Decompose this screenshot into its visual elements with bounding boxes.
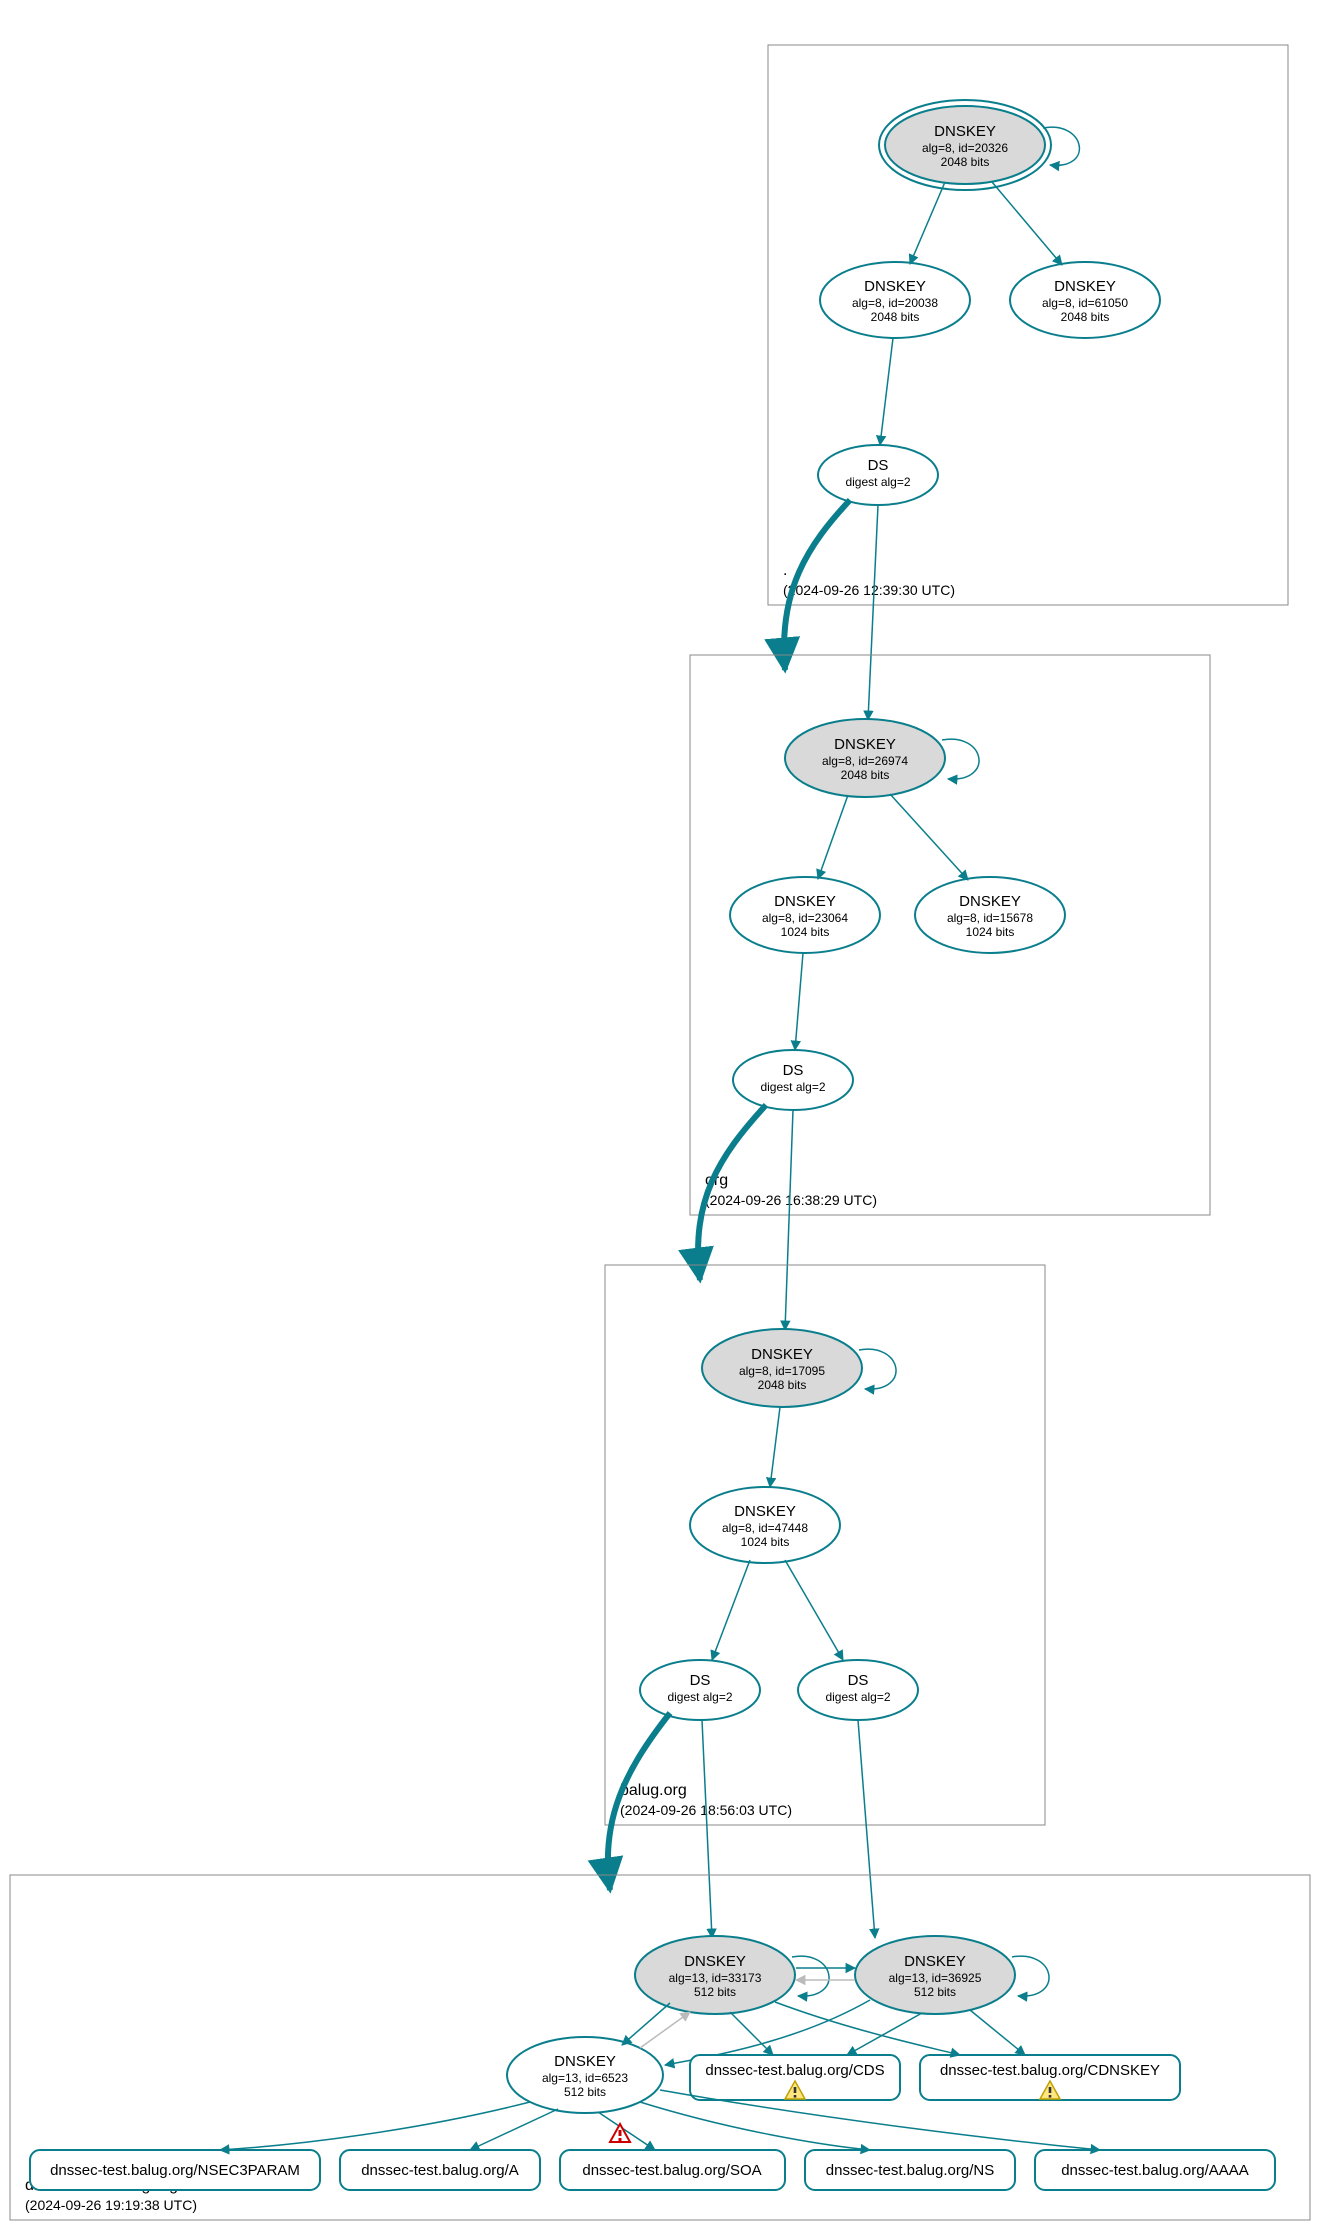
- node-org-ds: DS digest alg=2: [733, 1050, 853, 1110]
- node-dt-cdnskey: dnssec-test.balug.org/CDNSKEY: [920, 2055, 1180, 2100]
- node-dt-ksk-33173: DNSKEY alg=13, id=33173 512 bits: [635, 1936, 795, 2014]
- svg-text:1024 bits: 1024 bits: [741, 1535, 790, 1549]
- svg-text:alg=13, id=36925: alg=13, id=36925: [889, 1971, 982, 1985]
- node-dt-nsec3param: dnssec-test.balug.org/NSEC3PARAM: [30, 2150, 320, 2190]
- svg-text:alg=8, id=26974: alg=8, id=26974: [822, 754, 908, 768]
- node-balug-ds2: DS digest alg=2: [798, 1660, 918, 1720]
- node-org-ksk: DNSKEY alg=8, id=26974 2048 bits: [785, 719, 945, 797]
- svg-text:dnssec-test.balug.org/CDNSKEY: dnssec-test.balug.org/CDNSKEY: [940, 2062, 1160, 2079]
- zone-org-timestamp: (2024-09-26 16:38:29 UTC): [705, 1192, 877, 1208]
- svg-text:dnssec-test.balug.org/AAAA: dnssec-test.balug.org/AAAA: [1061, 2162, 1249, 2179]
- node-dt-cds: dnssec-test.balug.org/CDS: [690, 2055, 900, 2100]
- svg-text:512 bits: 512 bits: [914, 1985, 956, 1999]
- zone-root-label: .: [783, 562, 787, 579]
- svg-text:dnssec-test.balug.org/A: dnssec-test.balug.org/A: [361, 2162, 519, 2179]
- svg-text:dnssec-test.balug.org/NS: dnssec-test.balug.org/NS: [826, 2162, 994, 2179]
- svg-text:2048 bits: 2048 bits: [841, 768, 890, 782]
- svg-text:alg=8, id=20326: alg=8, id=20326: [922, 141, 1008, 155]
- node-dt-aaaa: dnssec-test.balug.org/AAAA: [1035, 2150, 1275, 2190]
- svg-text:dnssec-test.balug.org/CDS: dnssec-test.balug.org/CDS: [705, 2062, 884, 2079]
- node-dt-ksk-36925: DNSKEY alg=13, id=36925 512 bits: [855, 1936, 1015, 2014]
- node-org-zsk-15678: DNSKEY alg=8, id=15678 1024 bits: [915, 877, 1065, 953]
- svg-text:DNSKEY: DNSKEY: [554, 2053, 616, 2070]
- svg-text:DNSKEY: DNSKEY: [864, 278, 926, 295]
- zone-root-timestamp: (2024-09-26 12:39:30 UTC): [783, 582, 955, 598]
- svg-text:DNSKEY: DNSKEY: [774, 893, 836, 910]
- zone-balug-label: balug.org: [620, 1782, 687, 1799]
- node-root-zsk-20038: DNSKEY alg=8, id=20038 2048 bits: [820, 262, 970, 338]
- node-org-zsk-23064: DNSKEY alg=8, id=23064 1024 bits: [730, 877, 880, 953]
- zone-org: org (2024-09-26 16:38:29 UTC) DNSKEY alg…: [690, 655, 1210, 1215]
- node-balug-ksk: DNSKEY alg=8, id=17095 2048 bits: [702, 1329, 862, 1407]
- svg-text:2048 bits: 2048 bits: [871, 310, 920, 324]
- svg-text:2048 bits: 2048 bits: [1061, 310, 1110, 324]
- svg-text:alg=8, id=17095: alg=8, id=17095: [739, 1364, 825, 1378]
- svg-text:1024 bits: 1024 bits: [781, 925, 830, 939]
- svg-text:512 bits: 512 bits: [564, 2085, 606, 2099]
- svg-text:DNSKEY: DNSKEY: [834, 736, 896, 753]
- svg-text:DNSKEY: DNSKEY: [904, 1953, 966, 1970]
- node-balug-zsk: DNSKEY alg=8, id=47448 1024 bits: [690, 1487, 840, 1563]
- svg-text:DS: DS: [783, 1062, 804, 1079]
- svg-text:alg=8, id=23064: alg=8, id=23064: [762, 911, 848, 925]
- svg-text:DNSKEY: DNSKEY: [751, 1346, 813, 1363]
- svg-text:DNSKEY: DNSKEY: [734, 1503, 796, 1520]
- svg-text:DS: DS: [868, 457, 889, 474]
- zone-dnssectest-timestamp: (2024-09-26 19:19:38 UTC): [25, 2197, 197, 2213]
- svg-text:alg=13, id=6523: alg=13, id=6523: [542, 2071, 628, 2085]
- svg-text:512 bits: 512 bits: [694, 1985, 736, 1999]
- svg-text:alg=8, id=47448: alg=8, id=47448: [722, 1521, 808, 1535]
- svg-text:digest alg=2: digest alg=2: [667, 1690, 732, 1704]
- svg-text:DS: DS: [690, 1672, 711, 1689]
- node-root-ksk: DNSKEY alg=8, id=20326 2048 bits: [879, 100, 1051, 190]
- svg-text:alg=8, id=15678: alg=8, id=15678: [947, 911, 1033, 925]
- error-icon: [610, 2124, 630, 2142]
- svg-text:DNSKEY: DNSKEY: [959, 893, 1021, 910]
- svg-text:alg=8, id=61050: alg=8, id=61050: [1042, 296, 1128, 310]
- svg-text:DNSKEY: DNSKEY: [934, 123, 996, 140]
- svg-text:digest alg=2: digest alg=2: [845, 475, 910, 489]
- node-balug-ds1: DS digest alg=2: [640, 1660, 760, 1720]
- svg-text:2048 bits: 2048 bits: [758, 1378, 807, 1392]
- node-dt-ns: dnssec-test.balug.org/NS: [805, 2150, 1015, 2190]
- zone-dnssectest: dnssec-test.balug.org (2024-09-26 19:19:…: [10, 1875, 1310, 2220]
- node-dt-zsk-6523: DNSKEY alg=13, id=6523 512 bits: [507, 2037, 663, 2113]
- node-root-zsk-61050: DNSKEY alg=8, id=61050 2048 bits: [1010, 262, 1160, 338]
- svg-text:alg=13, id=33173: alg=13, id=33173: [669, 1971, 762, 1985]
- zone-balug: balug.org (2024-09-26 18:56:03 UTC) DNSK…: [605, 1265, 1045, 1825]
- svg-text:dnssec-test.balug.org/SOA: dnssec-test.balug.org/SOA: [582, 2162, 761, 2179]
- svg-text:dnssec-test.balug.org/NSEC3PAR: dnssec-test.balug.org/NSEC3PARAM: [50, 2162, 300, 2179]
- svg-text:DNSKEY: DNSKEY: [684, 1953, 746, 1970]
- node-root-ds: DS digest alg=2: [818, 445, 938, 505]
- svg-text:digest alg=2: digest alg=2: [825, 1690, 890, 1704]
- svg-text:1024 bits: 1024 bits: [966, 925, 1015, 939]
- node-dt-soa: dnssec-test.balug.org/SOA: [560, 2150, 785, 2190]
- svg-text:2048 bits: 2048 bits: [941, 155, 990, 169]
- dnssec-graph: . (2024-09-26 12:39:30 UTC) DNSKEY alg=8…: [0, 0, 1319, 2228]
- zone-root: . (2024-09-26 12:39:30 UTC) DNSKEY alg=8…: [768, 45, 1288, 605]
- svg-text:DS: DS: [848, 1672, 869, 1689]
- svg-text:digest alg=2: digest alg=2: [760, 1080, 825, 1094]
- svg-text:alg=8, id=20038: alg=8, id=20038: [852, 296, 938, 310]
- node-dt-a: dnssec-test.balug.org/A: [340, 2150, 540, 2190]
- svg-text:DNSKEY: DNSKEY: [1054, 278, 1116, 295]
